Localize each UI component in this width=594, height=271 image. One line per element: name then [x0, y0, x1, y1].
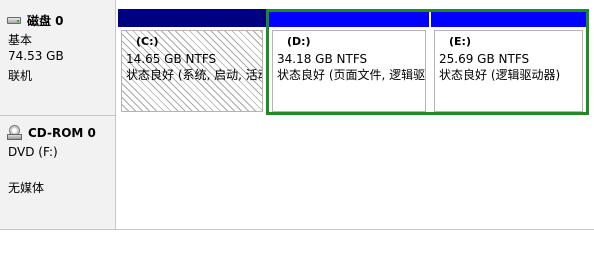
- disk-0-row[interactable]: 磁盘 0 基本 74.53 GB 联机 (C:) 14.65 GB NTFS 状…: [0, 0, 594, 116]
- cd-rom-icon: [7, 125, 23, 141]
- partition-c-header-bar: [118, 9, 266, 27]
- cdrom-0-row[interactable]: CD-ROM 0 DVD (F:) 无媒体: [0, 116, 594, 230]
- disk-0-title-line: 磁盘 0: [7, 12, 64, 29]
- partition-e-body[interactable]: (E:) 25.69 GB NTFS 状态良好 (逻辑驱动器): [434, 30, 583, 112]
- cdrom-0-info-panel[interactable]: CD-ROM 0 DVD (F:) 无媒体: [0, 116, 116, 230]
- disk-0-size: 74.53 GB: [8, 49, 64, 63]
- partition-e[interactable]: (E:) 25.69 GB NTFS 状态良好 (逻辑驱动器): [431, 9, 586, 115]
- partition-c-label: (C:): [136, 35, 159, 48]
- disk-0-status: 联机: [8, 69, 33, 83]
- partition-e-status: 状态良好 (逻辑驱动器): [439, 68, 561, 82]
- disk-0-type: 基本: [8, 33, 33, 47]
- hard-disk-icon: [7, 16, 22, 26]
- empty-area: [0, 230, 594, 271]
- partition-d[interactable]: (D:) 34.18 GB NTFS 状态良好 (页面文件, 逻辑驱: [269, 9, 429, 115]
- partition-c-status: 状态良好 (系统, 启动, 活动: [126, 68, 262, 82]
- partition-e-size: 25.69 GB NTFS: [439, 52, 530, 66]
- partition-d-label: (D:): [287, 35, 311, 48]
- partition-d-body[interactable]: (D:) 34.18 GB NTFS 状态良好 (页面文件, 逻辑驱: [272, 30, 426, 112]
- partition-e-header-bar: [431, 9, 586, 27]
- cdrom-0-volume-area[interactable]: [116, 116, 594, 230]
- disk-0-title: 磁盘 0: [27, 14, 64, 28]
- cdrom-0-drive: DVD (F:): [8, 145, 58, 159]
- partition-c[interactable]: (C:) 14.65 GB NTFS 状态良好 (系统, 启动, 活动: [118, 9, 266, 115]
- cdrom-0-title: CD-ROM 0: [28, 126, 96, 140]
- partition-d-header-bar: [269, 9, 429, 27]
- cdrom-0-title-line: CD-ROM 0: [7, 125, 96, 141]
- cdrom-0-media-status: 无媒体: [8, 181, 45, 195]
- partition-c-body[interactable]: (C:) 14.65 GB NTFS 状态良好 (系统, 启动, 活动: [121, 30, 263, 112]
- disk-0-info-panel[interactable]: 磁盘 0 基本 74.53 GB 联机: [0, 0, 116, 116]
- partition-e-label: (E:): [449, 35, 471, 48]
- partition-d-size: 34.18 GB NTFS: [277, 52, 368, 66]
- partition-d-status: 状态良好 (页面文件, 逻辑驱: [277, 68, 425, 82]
- partition-c-size: 14.65 GB NTFS: [126, 52, 217, 66]
